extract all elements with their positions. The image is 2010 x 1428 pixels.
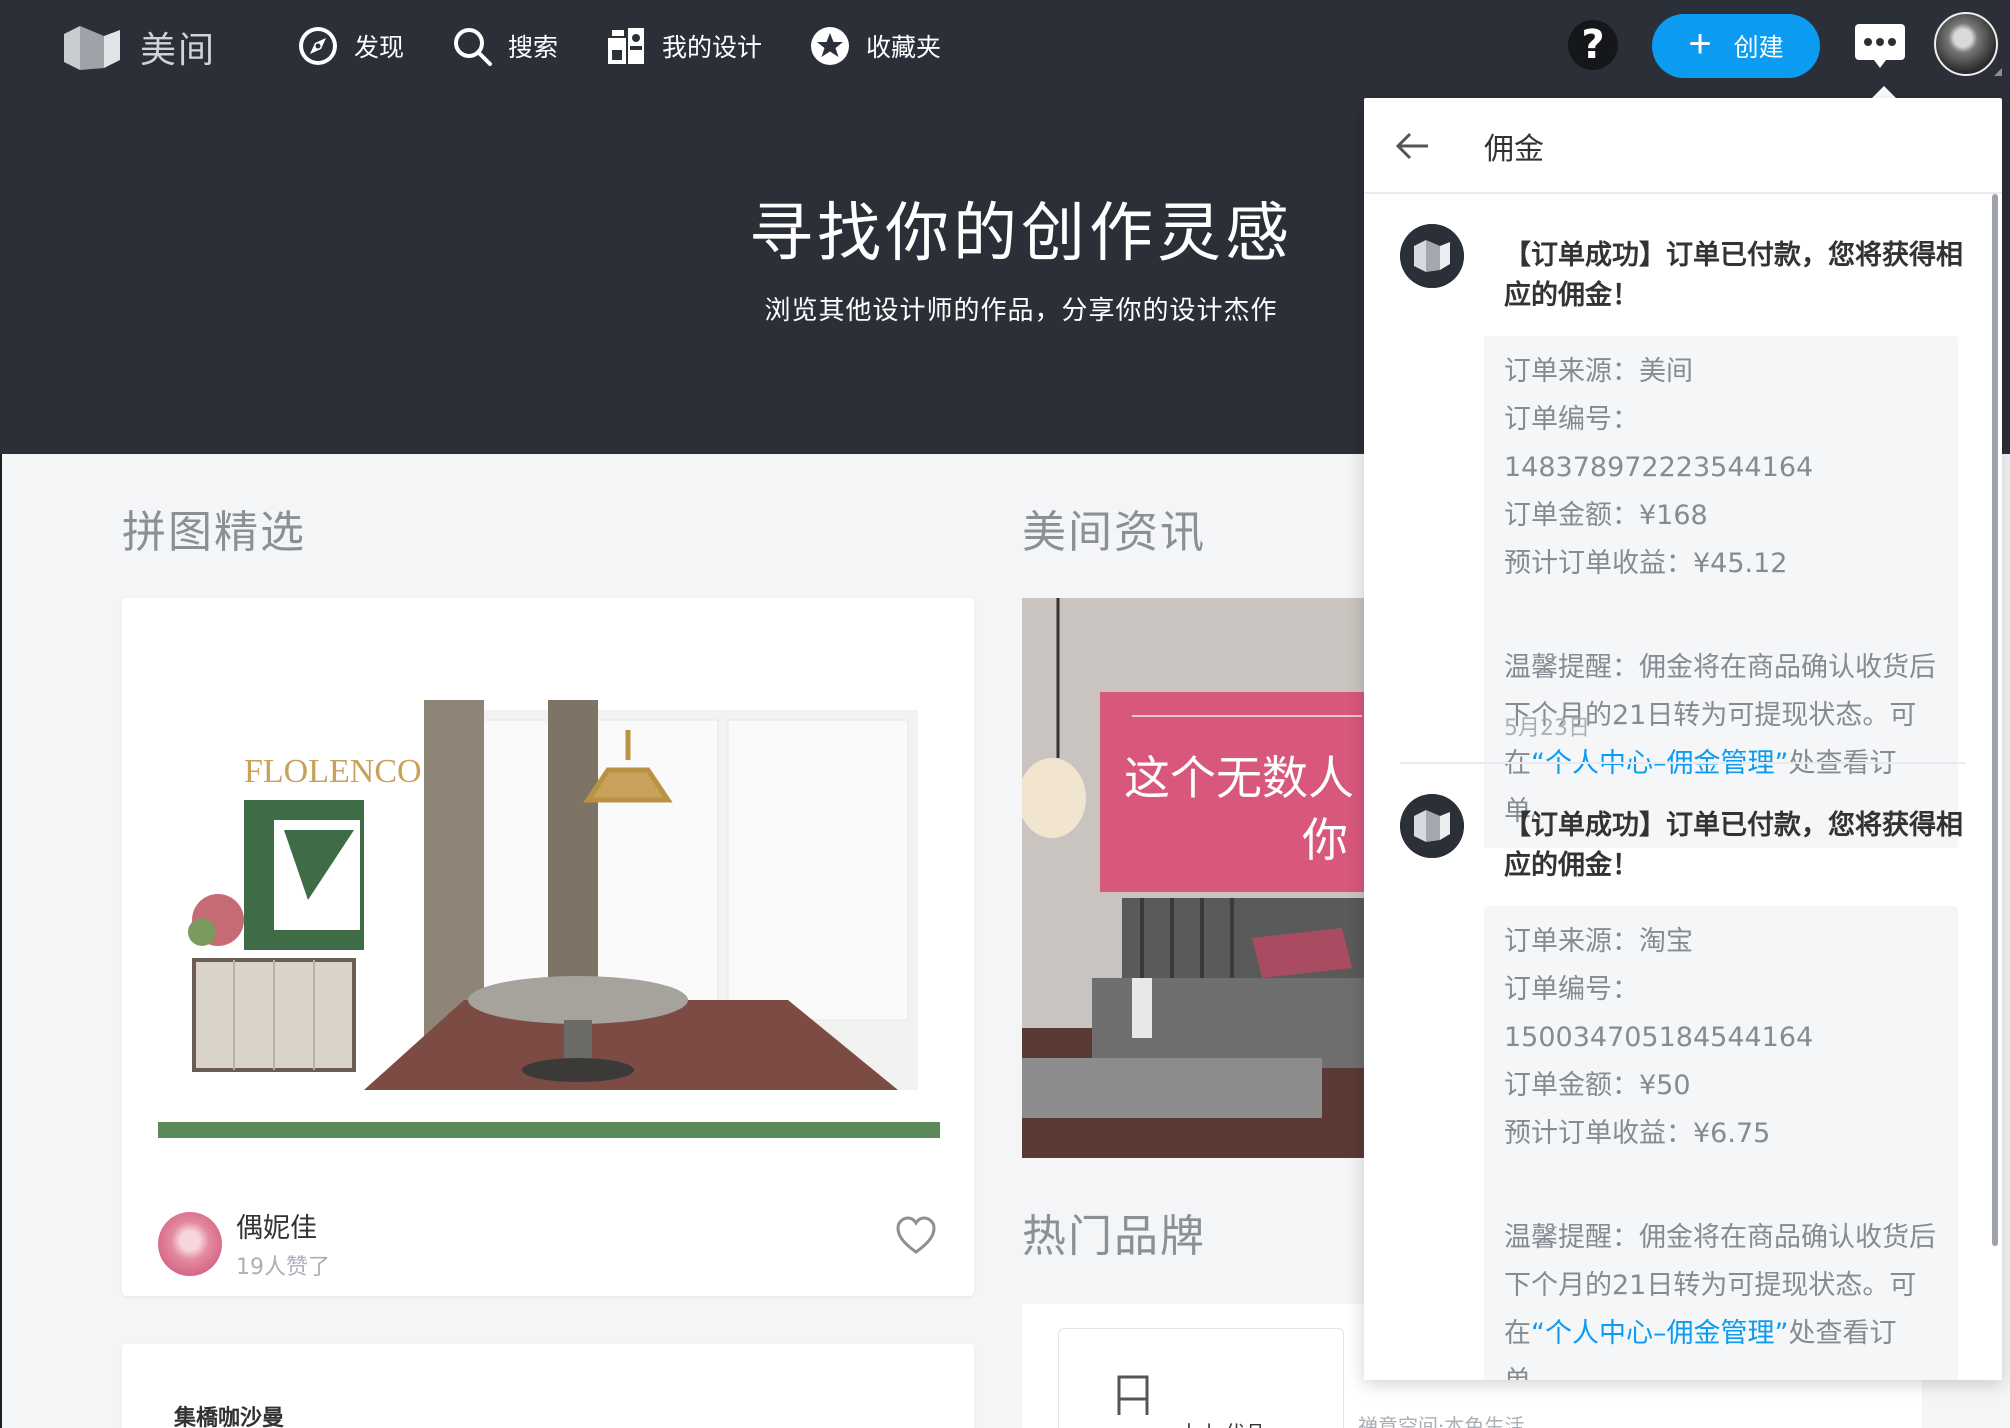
order-amount: 订单金额：¥50 [1504,1070,1691,1101]
news-headline-2: 你 [1302,813,1348,867]
plus-icon: + [1688,22,1712,66]
search-icon [454,28,493,66]
app-logo[interactable]: 美间 [60,18,216,76]
brands-section-title: 热门品牌 [1022,1211,1206,1262]
news-section-title: 美间资讯 [1022,507,1206,558]
like-count: 19人赞了 [236,1255,330,1280]
message-icon[interactable] [1852,18,1908,74]
logo-icon [64,26,120,70]
create-label: 创建 [1733,34,1784,62]
nav-discover[interactable]: 发现 [296,22,404,70]
order-number: 订单编号：148378972223544164 [1504,404,1814,483]
dining-room-collage-graphic: FLOLENCO [158,700,940,1138]
news-headline-1: 这个无数人 [1124,751,1354,805]
notification-divider [1400,762,1966,764]
collage-brand-text: FLOLENCO [244,753,422,790]
nav-favorites[interactable]: 收藏夹 [808,22,941,70]
author-name[interactable]: 偶妮佳 [236,1206,330,1245]
notification-title: 【订单成功】订单已付款，您将获得相应的佣金！ [1504,810,1963,881]
collage-card-2[interactable]: 集橋咖沙曼 [122,1344,974,1428]
brand-logo-box[interactable]: 大小·优品 [1058,1328,1344,1428]
help-icon: ? [1581,22,1605,68]
nav-my-designs[interactable]: 我的设计 [604,22,762,70]
commission-management-link[interactable]: “个人中心–佣金管理” [1531,1318,1788,1349]
order-source: 订单来源：淘宝 [1504,926,1693,957]
nav-search[interactable]: 搜索 [450,22,558,70]
panel-scrollbar-thumb[interactable] [1992,194,1998,1246]
collage-section-title: 拼图精选 [122,507,306,558]
panel-header: 佣金 [1364,98,2002,194]
avatar-dropdown-caret [1994,68,2002,76]
commission-panel: 佣金 【订单成功】订单已付款，您将获得相应的佣金！ 订单来源：美间 订单编号：1… [1364,98,2002,1380]
brand-tagline: 禅意空间·本色生活 [1358,1414,1525,1428]
nav-favorites-label: 收藏夹 [866,33,942,62]
order-tip: 温馨提醒：佣金将在商品确认收货后下个月的21日转为可提现状态。可在“个人中心–佣… [1504,1214,1938,1380]
notification-detail-box: 订单来源：淘宝 订单编号：150034705184544164 订单金额：¥50… [1484,906,1958,1380]
author-avatar[interactable] [158,1211,222,1276]
star-icon [811,27,850,65]
meijian-avatar-icon [1400,794,1464,858]
meijian-avatar-icon [1400,224,1464,288]
back-arrow-icon[interactable] [1392,126,1432,166]
chair-icon [1117,1375,1149,1415]
collage-image[interactable]: FLOLENCO [158,670,940,1138]
notification-detail-box: 订单来源：美间 订单编号：148378972223544164 订单金额：¥16… [1484,336,1958,848]
app-name: 美间 [140,30,217,71]
heart-icon[interactable] [894,1214,938,1258]
nav-my-designs-label: 我的设计 [662,33,763,62]
nav-search-label: 搜索 [508,33,559,62]
collage-author[interactable]: 偶妮佳 19人赞了 [158,1206,330,1281]
order-source: 订单来源：美间 [1504,356,1693,387]
panel-title: 佣金 [1484,132,1544,167]
order-earning: 预计订单收益：¥6.75 [1504,1118,1771,1149]
notification-date: 5月23日 [1504,716,1590,741]
brand-name: 大小·优品 [1179,1417,1265,1428]
order-number: 订单编号：150034705184544164 [1504,974,1814,1053]
collage-card[interactable]: FLOLENCO 偶妮佳 19人赞了 [122,598,974,1296]
compass-icon [299,27,337,65]
order-amount: 订单金额：¥168 [1504,500,1708,531]
order-earning: 预计订单收益：¥45.12 [1504,548,1788,579]
create-button[interactable]: + 创建 [1652,14,1820,78]
user-avatar[interactable] [1934,12,1998,76]
nav-discover-label: 发现 [354,33,405,62]
top-navigation-bar: 美间 发现 搜索 我的设计 收藏夹 ? + 创建 [0,0,2010,92]
designs-icon [608,28,645,64]
help-button[interactable]: ? [1568,20,1618,70]
notification-title: 【订单成功】订单已付款，您将获得相应的佣金！ [1504,240,1963,311]
panel-scrollbar[interactable] [1992,194,1998,1246]
collage-card-2-brand: 集橋咖沙曼 [174,1406,285,1428]
main-nav: 发现 搜索 我的设计 收藏夹 [296,22,941,70]
